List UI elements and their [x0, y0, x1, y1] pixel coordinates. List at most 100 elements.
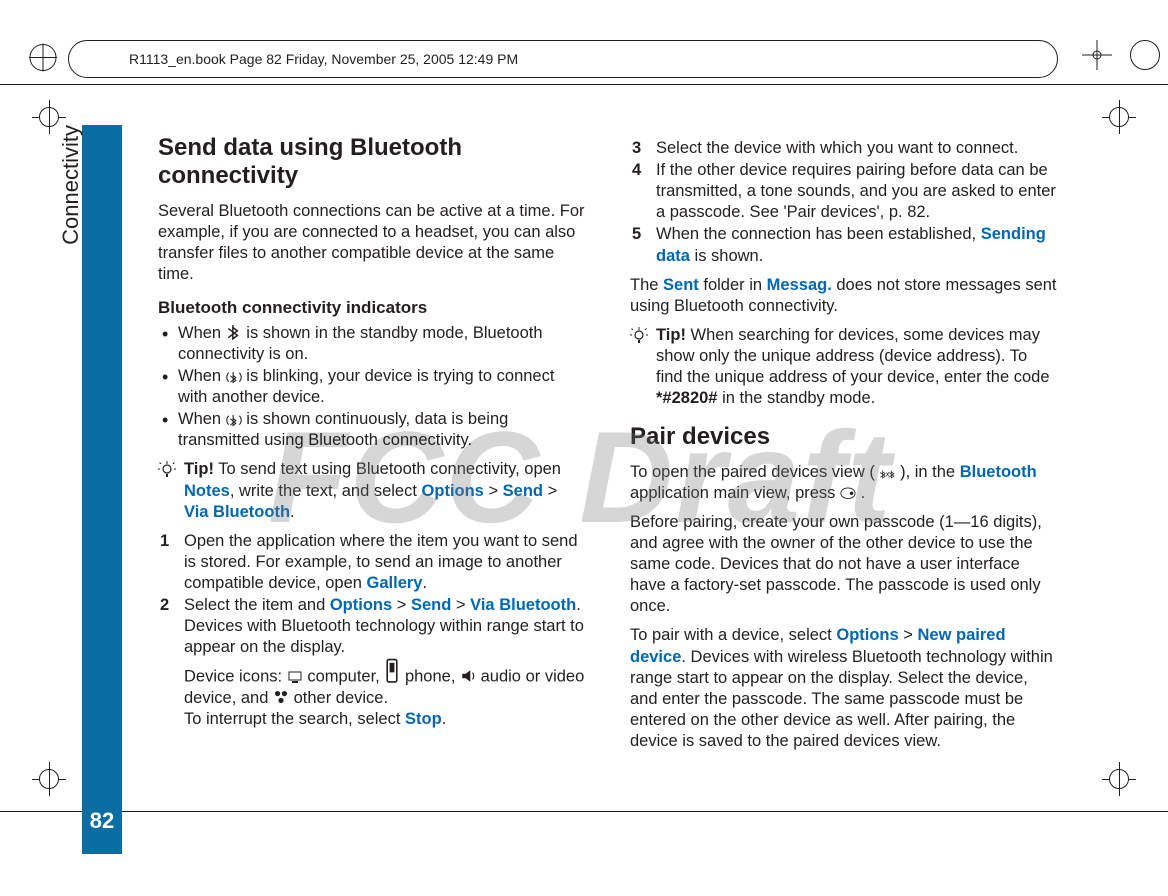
text: , write the text, and select: [230, 482, 422, 500]
text: .: [290, 503, 295, 521]
page-header-bar: R1113_en.book Page 82 Friday, November 2…: [68, 40, 1058, 78]
bluetooth-pair-icon: [879, 464, 895, 478]
link-send: Send: [503, 482, 543, 500]
text: .: [423, 574, 428, 592]
passcode-paragraph: Before pairing, create your own passcode…: [630, 512, 1058, 618]
list-item: When is shown in the standby mode, Bluet…: [158, 323, 586, 365]
text: .: [861, 484, 866, 502]
text: >: [484, 482, 503, 500]
text: other device.: [294, 689, 388, 707]
text: in the standby mode.: [717, 389, 875, 407]
link-stop: Stop: [405, 710, 442, 728]
text: >: [543, 482, 557, 500]
list-item: When is shown continuously, data is bein…: [158, 409, 586, 451]
text: To open the paired devices view (: [630, 463, 875, 481]
text: >: [392, 596, 411, 614]
tip-text: Tip! When searching for devices, some de…: [656, 325, 1058, 409]
text: To pair with a device, select: [630, 626, 836, 644]
text: When: [178, 410, 226, 428]
text: is shown.: [690, 247, 763, 265]
link-notes: Notes: [184, 482, 230, 500]
list-item: Select the device with which you want to…: [630, 138, 1058, 159]
crop-header-text: R1113_en.book Page 82 Friday, November 2…: [129, 51, 518, 67]
link-sent: Sent: [663, 276, 699, 294]
computer-icon: [287, 669, 303, 683]
link-messag: Messag.: [767, 276, 832, 294]
intro-paragraph: Several Bluetooth connections can be act…: [158, 201, 586, 285]
list-item: When is blinking, your device is trying …: [158, 366, 586, 408]
heading-pair-devices: Pair devices: [630, 423, 1058, 451]
text: Select the device with which you want to…: [656, 139, 1018, 157]
pair-open-view: To open the paired devices view ( ), in …: [630, 462, 1058, 504]
link-send: Send: [411, 596, 451, 614]
list-item: When the connection has been established…: [630, 224, 1058, 266]
page-number: 82: [82, 808, 122, 834]
other-device-icon: [273, 689, 289, 703]
indicator-list: When is shown in the standby mode, Bluet…: [158, 323, 586, 452]
text: .: [442, 710, 447, 728]
text: To interrupt the search, select: [184, 710, 405, 728]
crop-line-bottom: [0, 811, 1168, 812]
link-gallery: Gallery: [367, 574, 423, 592]
side-section-label: Connectivity: [58, 125, 84, 255]
text: phone,: [405, 668, 460, 686]
text: folder in: [699, 276, 767, 294]
to-pair-paragraph: To pair with a device, select Options > …: [630, 625, 1058, 752]
link-options: Options: [422, 482, 484, 500]
tip-bulb-icon: [158, 461, 176, 479]
header-circle-icon: [29, 44, 57, 75]
link-via-bluetooth: Via Bluetooth: [470, 596, 576, 614]
side-band: Connectivity 82: [82, 125, 122, 854]
sent-folder-note: The Sent folder in Messag. does not stor…: [630, 275, 1058, 317]
bluetooth-paren-icon: [226, 368, 242, 382]
list-item: If the other device requires pairing bef…: [630, 160, 1058, 223]
tip-text: Tip! To send text using Bluetooth connec…: [184, 459, 586, 522]
list-item: Select the item and Options > Send > Via…: [158, 595, 586, 730]
subheading-indicators: Bluetooth connectivity indicators: [158, 297, 586, 319]
tip-block: Tip! When searching for devices, some de…: [630, 325, 1058, 409]
crop-line-top: [0, 84, 1168, 85]
text: If the other device requires pairing bef…: [656, 161, 1056, 221]
page-body: FCC Draft Send data using Bluetooth conn…: [158, 134, 1058, 794]
phone-icon: [384, 658, 400, 672]
crop-cluster-top-right: [1082, 40, 1160, 70]
text: When the connection has been established…: [656, 225, 981, 243]
bluetooth-paren-icon: [226, 411, 242, 425]
nav-right-icon: [840, 485, 856, 499]
text: ), in the: [900, 463, 960, 481]
steps-list: Open the application where the item you …: [158, 531, 586, 731]
link-options: Options: [330, 596, 392, 614]
tip-label: Tip!: [184, 460, 214, 478]
crosshair-icon: [1082, 40, 1112, 70]
registration-target-icon: [1102, 762, 1136, 796]
registration-target-icon: [32, 762, 66, 796]
text: Select the item and: [184, 596, 330, 614]
audio-device-icon: [460, 668, 476, 682]
text: When: [178, 324, 226, 342]
steps-list-cont: Select the device with which you want to…: [630, 138, 1058, 267]
list-item: Open the application where the item you …: [158, 531, 586, 594]
registration-target-icon: [1102, 100, 1136, 134]
tip-bulb-icon: [630, 327, 648, 345]
text: To send text using Bluetooth connectivit…: [214, 460, 561, 478]
link-via-bluetooth: Via Bluetooth: [184, 503, 290, 521]
text: . Devices with wireless Bluetooth techno…: [630, 648, 1053, 750]
text: When searching for devices, some devices…: [656, 326, 1050, 386]
link-bluetooth-app: Bluetooth: [960, 463, 1037, 481]
text: >: [899, 626, 918, 644]
tip-block: Tip! To send text using Bluetooth connec…: [158, 459, 586, 522]
text: When: [178, 367, 226, 385]
text: application main view, press: [630, 484, 840, 502]
text: computer,: [307, 668, 384, 686]
column-left: Send data using Bluetooth connectivity S…: [158, 134, 586, 794]
code-text: *#2820#: [656, 389, 717, 407]
text: >: [451, 596, 470, 614]
text: The: [630, 276, 663, 294]
heading-send-data: Send data using Bluetooth connectivity: [158, 134, 586, 191]
tip-label: Tip!: [656, 326, 686, 344]
text: Device icons:: [184, 668, 287, 686]
crop-circle-icon: [1130, 40, 1160, 70]
bluetooth-icon: [226, 324, 242, 338]
column-right: Select the device with which you want to…: [630, 134, 1058, 794]
link-options: Options: [836, 626, 898, 644]
